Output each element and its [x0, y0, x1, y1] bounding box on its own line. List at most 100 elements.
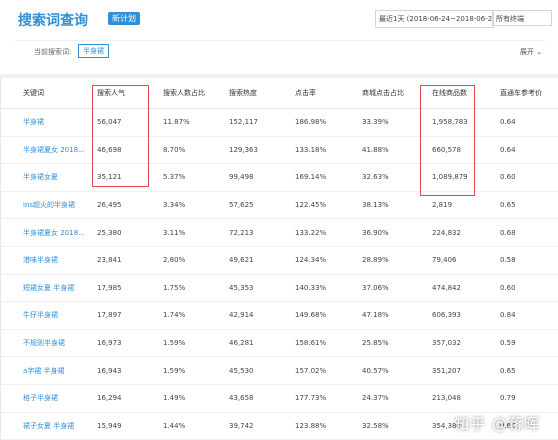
col-searcher-share-cell: 5.37%: [157, 163, 223, 192]
col-search-heat-cell: 129,363: [223, 136, 289, 165]
col-mall-click-share-cell: 24.37%: [356, 384, 426, 413]
col-searcher-share-cell: 1.44%: [157, 412, 223, 440]
col-reference-price-cell: 0.65: [494, 356, 558, 385]
keyword-table: 关键词 搜索人气 搜索人数占比 搜索热度 点击率 商城点击占比 在线商品数 直通车参考价 半身…: [1, 78, 558, 440]
col-search-popularity-header[interactable]: 搜索人气: [91, 78, 157, 109]
col-ctr-cell: 123.88%: [289, 412, 356, 440]
col-mall-click-share-cell: 28.89%: [356, 246, 426, 275]
date-range-select[interactable]: 最近1天 (2018-06-24~2018-06-24): [375, 10, 494, 28]
col-ctr-cell: 140.33%: [289, 274, 356, 303]
col-ctr-cell: 124.34%: [289, 246, 356, 275]
col-ctr-cell: 157.02%: [289, 356, 356, 385]
col-mall-click-share-cell: 32.63%: [356, 163, 426, 192]
table-row: a字裙 半身裙 16,943 1.59% 45,530 157.02% 40.57% 351…: [1, 356, 558, 385]
col-reference-price-cell: 0.79: [494, 384, 558, 413]
col-reference-price-header[interactable]: 直通车参考价: [494, 78, 558, 109]
table-row: 牛仔半身裙 17,897 1.74% 42,914 149.68% 47.18% 606,3…: [1, 301, 558, 330]
table-row: 格子半身裙 16,294 1.49% 43,658 177.73% 24.37% 213,0…: [1, 384, 558, 413]
keyword-link[interactable]: 港味半身裙: [1, 246, 91, 275]
search-term-tag[interactable]: 半身裙: [78, 44, 109, 58]
col-search-heat-cell: 43,658: [223, 384, 289, 413]
col-search-popularity-cell: 46,698: [91, 136, 157, 165]
keyword-link[interactable]: 半身裙: [1, 108, 91, 137]
table-row: 半身裙夏女 2018新款...25,3803.11%72,213133.22%3…: [1, 218, 558, 247]
keyword-link[interactable]: 牛仔半身裙: [1, 301, 91, 330]
col-online-products-cell: 357,032: [426, 329, 494, 358]
col-online-products-cell: 606,393: [426, 301, 494, 330]
col-searcher-share-header[interactable]: 搜索人数占比: [157, 78, 223, 109]
keyword-link[interactable]: 半身裙女夏: [1, 163, 91, 192]
col-search-heat-cell: 46,281: [223, 329, 289, 358]
col-searcher-share-cell: 1.75%: [157, 274, 223, 303]
keyword-link[interactable]: 半身裙夏女 2018新款: [1, 136, 91, 165]
col-ctr-header[interactable]: 点击率: [289, 78, 356, 109]
keyword-link[interactable]: 格子半身裙: [1, 384, 91, 413]
col-online-products-header[interactable]: 在线商品数: [426, 78, 494, 109]
col-search-heat-cell: 152,117: [223, 108, 289, 137]
col-search-popularity-cell: 16,294: [91, 384, 157, 413]
keyword-link[interactable]: 不规则半身裙: [1, 329, 91, 358]
col-ctr-cell: 158.61%: [289, 329, 356, 358]
col-reference-price-cell: 0.60: [494, 274, 558, 303]
col-online-products-cell: 2,819: [426, 191, 494, 220]
col-search-popularity-cell: 17,985: [91, 274, 157, 303]
col-mall-click-share-cell: 36.90%: [356, 218, 426, 247]
col-search-heat-cell: 45,353: [223, 274, 289, 303]
col-ctr-cell: 169.14%: [289, 163, 356, 192]
expand-toggle[interactable]: 展开 ⌄: [520, 47, 542, 57]
col-mall-click-share-cell: 38.13%: [356, 191, 426, 220]
col-mall-click-share-cell: 41.88%: [356, 136, 426, 165]
col-reference-price-cell: 0.59: [494, 329, 558, 358]
col-search-popularity-cell: 17,897: [91, 301, 157, 330]
col-online-products-cell: 1,089,879: [426, 163, 494, 192]
col-searcher-share-cell: 1.74%: [157, 301, 223, 330]
filter-label: 当前搜索词:: [34, 48, 72, 56]
col-search-heat-header[interactable]: 搜索热度: [223, 78, 289, 109]
table-row: 短裙女夏 半身裙 17,985 1.75% 45,353 140.33% 37.06% 47…: [1, 274, 558, 303]
col-reference-price-cell: 0.68: [494, 218, 558, 247]
col-search-heat-cell: 39,742: [223, 412, 289, 440]
col-ctr-cell: 149.68%: [289, 301, 356, 330]
col-mall-click-share-cell: 33.39%: [356, 108, 426, 137]
keyword-link[interactable]: a字裙 半身裙: [1, 356, 91, 385]
keyword-table-panel: 关键词 搜索人气 搜索人数占比 搜索热度 点击率 商城点击占比 在线商品数 直通车参考价 半身…: [0, 78, 558, 440]
col-reference-price-cell: 0.65: [494, 191, 558, 220]
filter-row: 当前搜索词: 半身裙 展开 ⌄: [14, 40, 546, 63]
col-search-popularity-cell: 16,943: [91, 356, 157, 385]
col-searcher-share-cell: 1.59%: [157, 329, 223, 358]
col-search-heat-cell: 42,914: [223, 301, 289, 330]
col-searcher-share-cell: 11.87%: [157, 108, 223, 137]
title-badge: 新计划: [108, 12, 140, 25]
col-keyword-header: 关键词: [1, 78, 91, 109]
col-online-products-cell: 660,578: [426, 136, 494, 165]
col-searcher-share-cell: 1.59%: [157, 356, 223, 385]
col-ctr-cell: 122.45%: [289, 191, 356, 220]
col-searcher-share-cell: 3.34%: [157, 191, 223, 220]
col-mall-click-share-header[interactable]: 商城点击占比: [356, 78, 426, 109]
table-header-row: 关键词 搜索人气 搜索人数占比 搜索热度 点击率 商城点击占比 在线商品数 直通车参考价: [1, 78, 558, 109]
terminal-select[interactable]: 所有终端: [492, 10, 552, 26]
page-title: 搜索词查询: [18, 13, 88, 29]
keyword-link[interactable]: 短裙女夏 半身裙: [1, 274, 91, 303]
col-search-heat-cell: 57,625: [223, 191, 289, 220]
col-search-heat-cell: 99,498: [223, 163, 289, 192]
col-search-popularity-cell: 35,121: [91, 163, 157, 192]
header-panel: 搜索词查询 新计划 最近1天 (2018-06-24~2018-06-24) 所…: [0, 0, 558, 74]
col-online-products-cell: 474,842: [426, 274, 494, 303]
col-reference-price-cell: 0.58: [494, 246, 558, 275]
col-reference-price-cell: 0.64: [494, 136, 558, 165]
col-ctr-cell: 133.22%: [289, 218, 356, 247]
col-mall-click-share-cell: 47.18%: [356, 301, 426, 330]
col-search-heat-cell: 49,621: [223, 246, 289, 275]
col-reference-price-cell: 0.64: [494, 108, 558, 137]
keyword-link[interactable]: ins超火的半身裙: [1, 191, 91, 220]
watermark: 知乎 @蒋晖: [454, 415, 540, 433]
col-mall-click-share-cell: 40.57%: [356, 356, 426, 385]
col-search-popularity-cell: 15,949: [91, 412, 157, 440]
col-search-popularity-cell: 25,380: [91, 218, 157, 247]
keyword-link[interactable]: 半身裙夏女 2018新款...: [1, 218, 91, 247]
col-searcher-share-cell: 2.80%: [157, 246, 223, 275]
col-ctr-cell: 133.18%: [289, 136, 356, 165]
keyword-link[interactable]: 裙子女夏 半身裙: [1, 412, 91, 440]
col-searcher-share-cell: 8.70%: [157, 136, 223, 165]
